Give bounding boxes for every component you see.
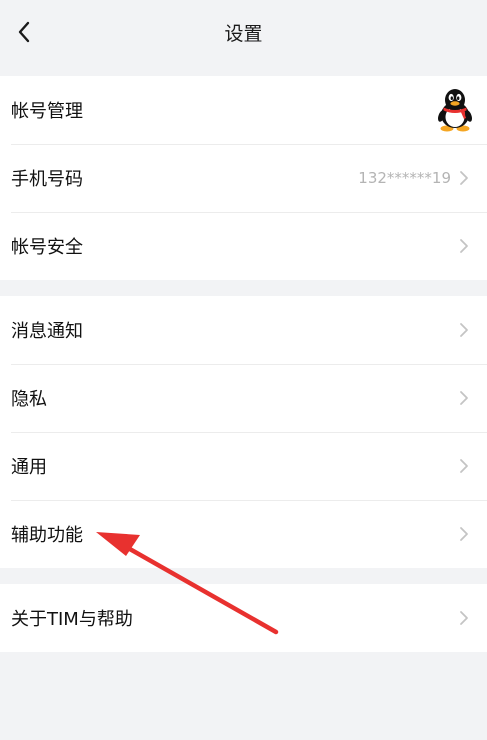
row-privacy[interactable]: 隐私: [0, 364, 487, 432]
chevron-right-icon: [460, 323, 468, 337]
row-account-management[interactable]: 帐号管理: [0, 76, 487, 144]
preferences-group: 消息通知 隐私 通用 辅助功能: [0, 296, 487, 568]
row-label: 帐号安全: [11, 237, 83, 258]
row-general[interactable]: 通用: [0, 432, 487, 500]
chevron-left-icon: [18, 21, 30, 43]
chevron-right-icon: [460, 171, 468, 185]
account-group: 帐号管理 手机号码 132******19 帐号安全: [0, 76, 487, 280]
phone-number-value: 132******19: [358, 169, 451, 187]
qq-penguin-avatar: [438, 89, 472, 132]
chevron-right-icon: [460, 459, 468, 473]
row-accessibility[interactable]: 辅助功能: [0, 500, 487, 568]
about-group: 关于TIM与帮助: [0, 584, 487, 652]
page-title: 设置: [224, 22, 263, 45]
chevron-right-icon: [460, 611, 468, 625]
back-button[interactable]: [8, 16, 40, 48]
row-label: 关于TIM与帮助: [11, 609, 133, 630]
chevron-right-icon: [460, 391, 468, 405]
row-account-security[interactable]: 帐号安全: [0, 212, 487, 280]
row-label: 通用: [11, 457, 47, 478]
row-message-notifications[interactable]: 消息通知: [0, 296, 487, 364]
row-label: 辅助功能: [11, 525, 83, 546]
chevron-right-icon: [460, 239, 468, 253]
row-label: 消息通知: [11, 321, 83, 342]
row-label: 隐私: [11, 389, 47, 410]
row-about-and-help[interactable]: 关于TIM与帮助: [0, 584, 487, 652]
row-phone-number[interactable]: 手机号码 132******19: [0, 144, 487, 212]
row-label: 帐号管理: [11, 101, 83, 122]
row-label: 手机号码: [11, 169, 83, 190]
navigation-bar: 设置: [0, 0, 487, 66]
chevron-right-icon: [460, 527, 468, 541]
